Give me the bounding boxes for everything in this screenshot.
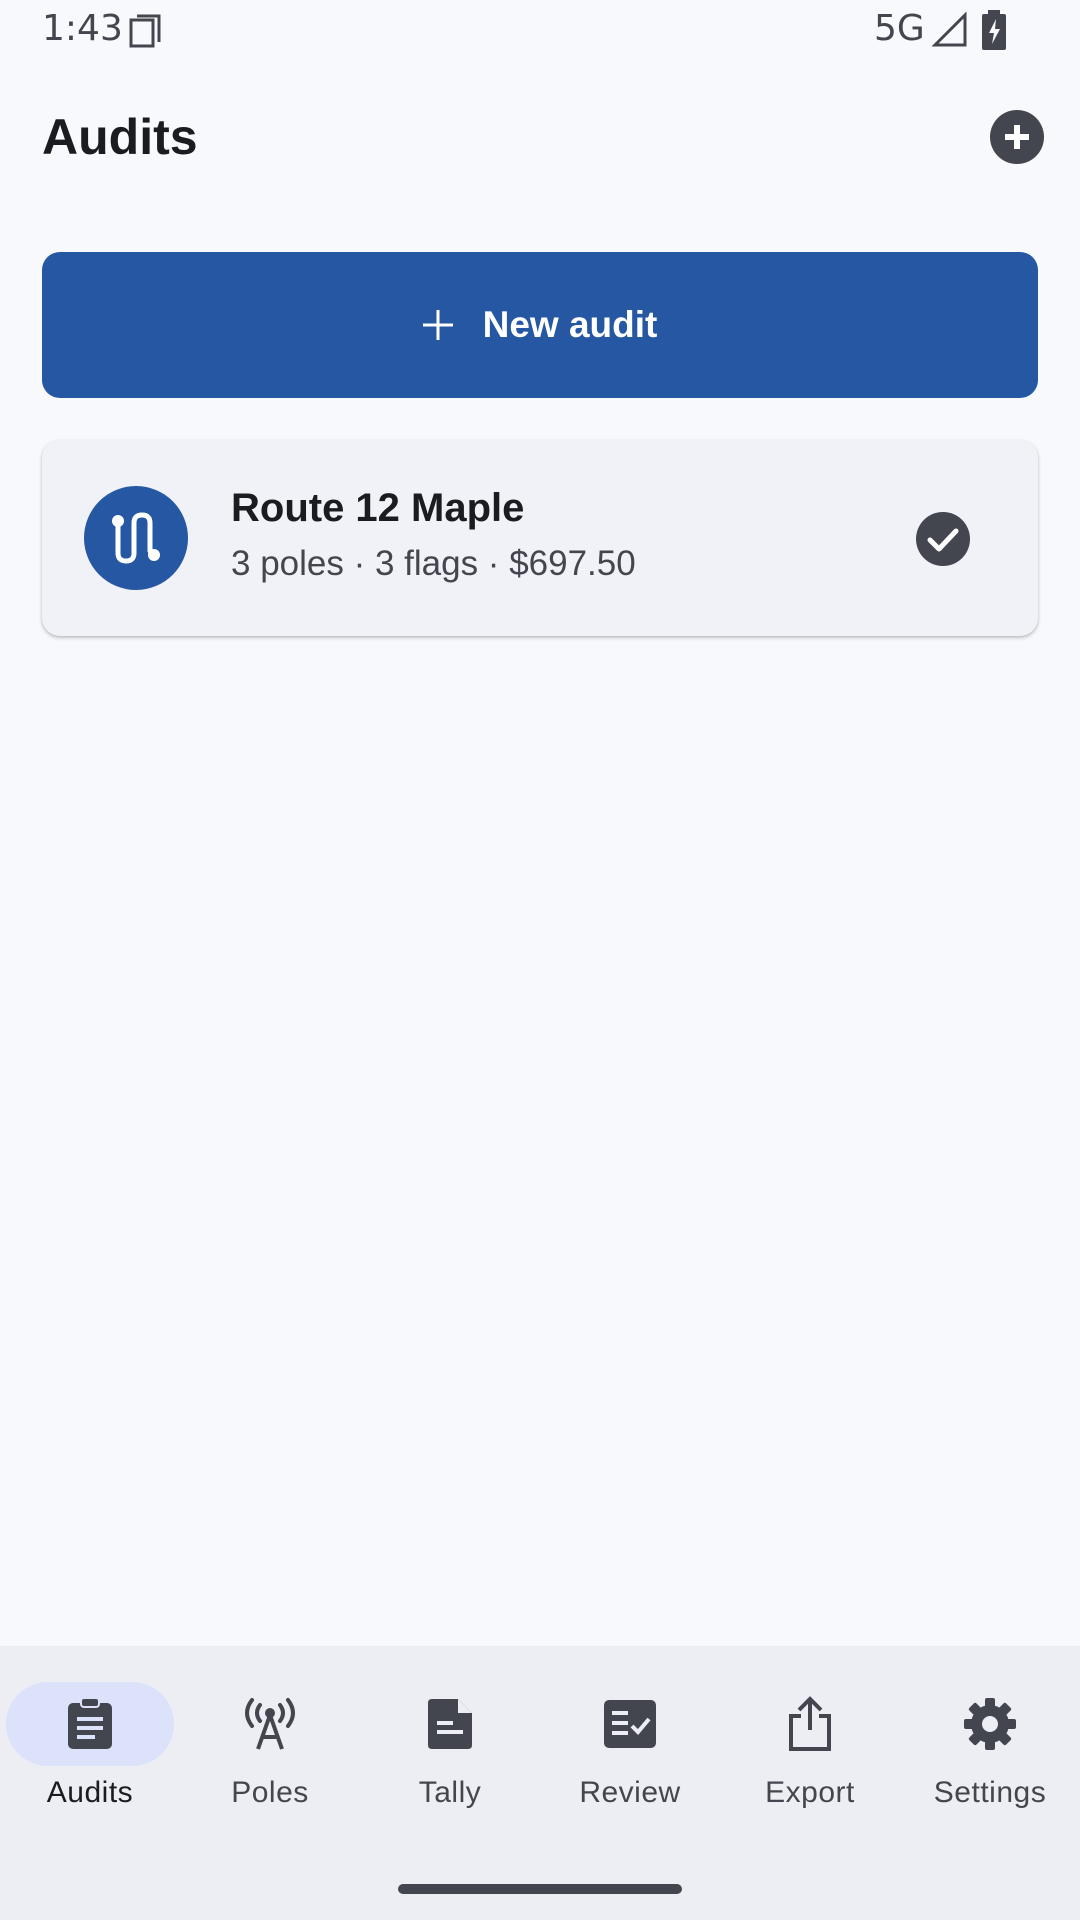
nav-icon-container [546, 1682, 714, 1766]
new-audit-label: New audit [482, 304, 658, 345]
nav-label-poles: Poles [231, 1776, 309, 1809]
signal-icon [932, 12, 967, 47]
nav-label-audits: Audits [46, 1776, 134, 1809]
nav-icon-container [726, 1682, 894, 1766]
audit-summary: 3 poles · 3 flags · $697.50 [231, 544, 636, 583]
antenna-icon [245, 1698, 295, 1750]
nav-active-indicator [6, 1682, 174, 1766]
page-title: Audits [42, 109, 198, 165]
nav-item-review[interactable]: Review [545, 1682, 715, 1822]
nav-label-review: Review [579, 1776, 681, 1809]
document-icon [428, 1699, 472, 1749]
check-circle-icon [916, 512, 970, 566]
status-bar: 1:43 5G [0, 0, 1080, 60]
sim-card-icon [129, 14, 161, 48]
nav-item-poles[interactable]: Poles [185, 1682, 355, 1822]
home-indicator[interactable] [398, 1884, 682, 1894]
network-type: 5G [874, 8, 925, 49]
clipboard-icon [68, 1697, 112, 1749]
app-header: Audits [0, 90, 1080, 180]
audit-title: Route 12 Maple [231, 486, 525, 530]
nav-item-audits[interactable]: Audits [5, 1682, 175, 1822]
plus-icon [422, 310, 453, 340]
route-avatar [84, 486, 188, 590]
add-audit-icon-button[interactable] [990, 110, 1044, 164]
nav-icon-container [366, 1682, 534, 1766]
share-icon [789, 1696, 831, 1751]
gear-icon [964, 1698, 1016, 1750]
nav-item-settings[interactable]: Settings [905, 1682, 1075, 1822]
route-icon [112, 512, 160, 564]
nav-label-tally: Tally [418, 1776, 482, 1809]
nav-icon-container [906, 1682, 1074, 1766]
status-time: 1:43 [42, 8, 123, 49]
nav-label-settings: Settings [933, 1776, 1047, 1809]
nav-label-export: Export [765, 1776, 855, 1809]
checklist-icon [604, 1700, 656, 1748]
nav-item-tally[interactable]: Tally [365, 1682, 535, 1822]
nav-item-export[interactable]: Export [725, 1682, 895, 1822]
battery-charging-icon [982, 10, 1006, 50]
nav-icon-container [186, 1682, 354, 1766]
add-circle-icon [1005, 125, 1029, 149]
bottom-navigation: Audits Poles Tally Review Export Setting… [0, 1646, 1080, 1920]
new-audit-button[interactable]: New audit [42, 252, 1038, 398]
audit-list-item[interactable]: Route 12 Maple 3 poles · 3 flags · $697.… [42, 440, 1038, 636]
